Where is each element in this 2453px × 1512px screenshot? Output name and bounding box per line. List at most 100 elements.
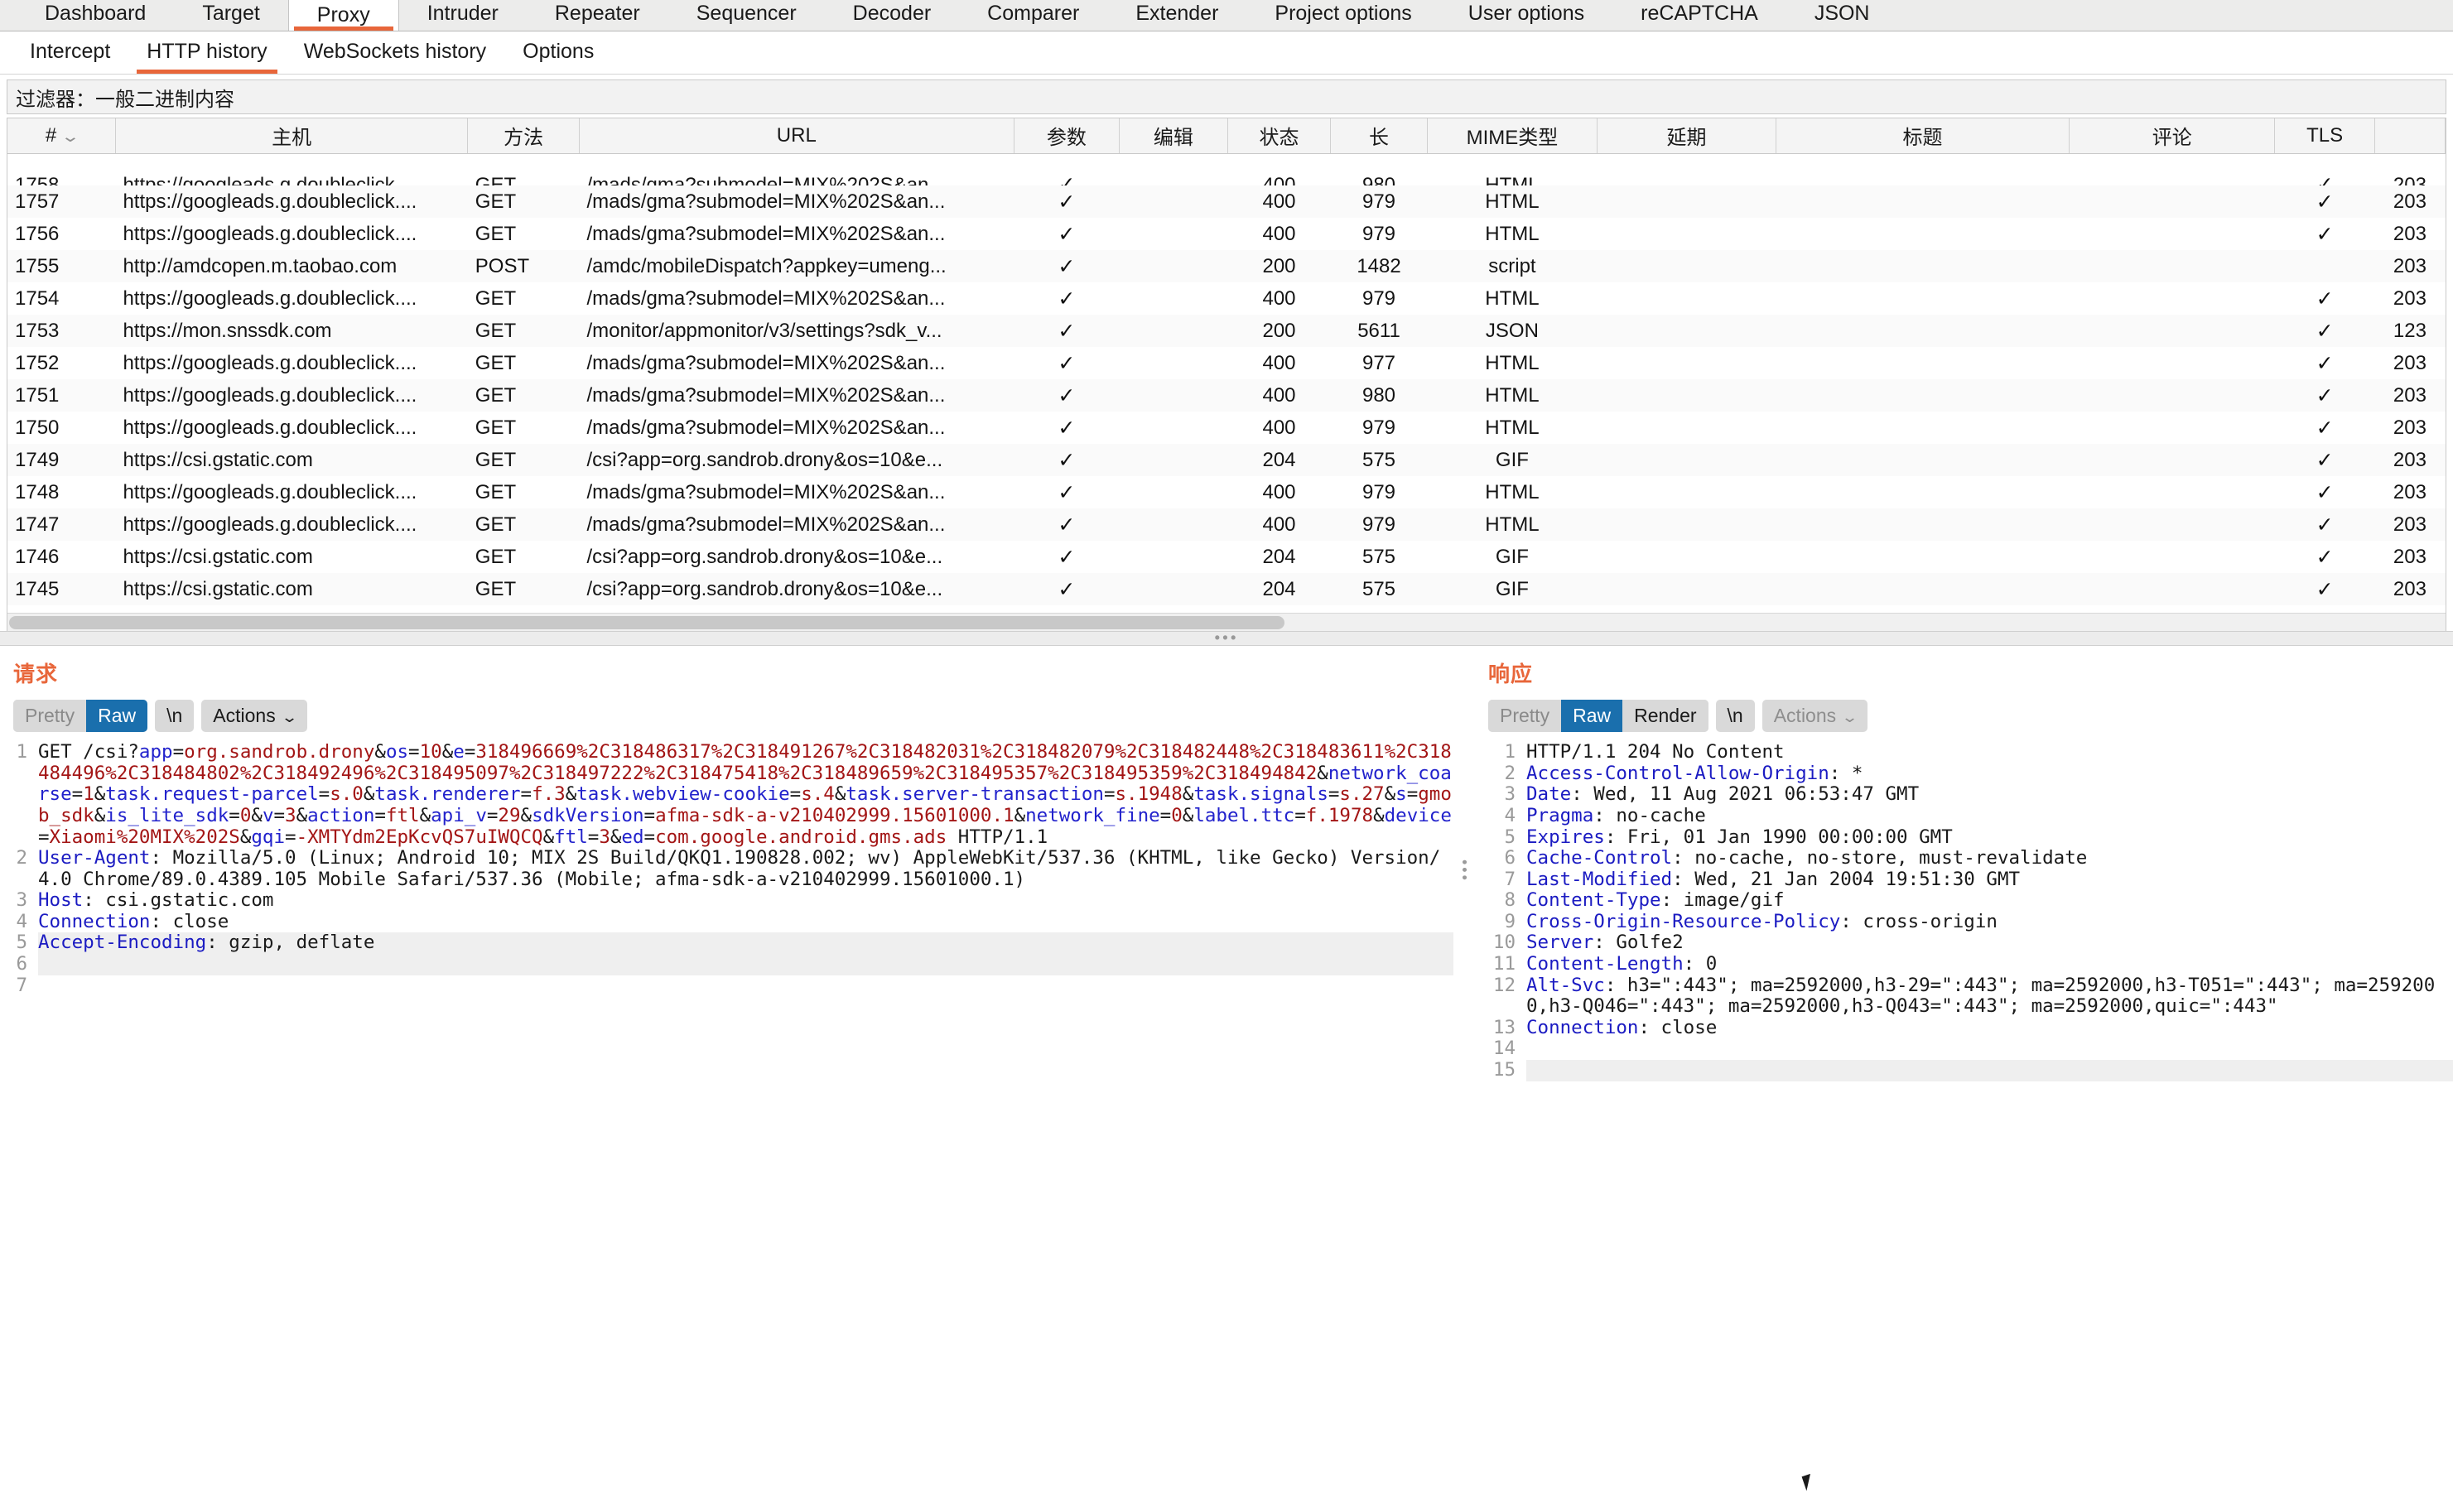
table-cell-host: https://mon.snssdk.com bbox=[115, 315, 468, 347]
response-code-editor[interactable]: 1 HTTP/1.1 204 No Content 2 Access-Control-… bbox=[1475, 741, 2453, 1081]
column-header-MIME类型[interactable]: MIME类型 bbox=[1427, 118, 1598, 154]
main-tab-project-options[interactable]: Project options bbox=[1246, 1, 1439, 31]
code-line-content: Host: csi.gstatic.com bbox=[38, 889, 1453, 912]
column-header-评论[interactable]: 评论 bbox=[2069, 118, 2276, 154]
code-token: f.1978 bbox=[1305, 804, 1374, 826]
table-row[interactable]: 1752 https://googleads.g.doubleclick.... G… bbox=[7, 347, 2446, 379]
table-row[interactable]: 1746 https://csi.gstatic.com GET/csi?app=o… bbox=[7, 541, 2446, 573]
column-header-编辑[interactable]: 编辑 bbox=[1119, 118, 1228, 154]
column-header-#[interactable]: # ⌄ bbox=[7, 118, 116, 154]
main-tab-user-options[interactable]: User options bbox=[1440, 1, 1612, 31]
code-token: s.27 bbox=[1339, 783, 1385, 806]
table-cell-params: ✓ bbox=[1014, 379, 1120, 412]
request-code-editor[interactable]: 1 GET /csi?app=org.sandrob.drony&os=10&e=… bbox=[0, 741, 1453, 996]
table-cell-title bbox=[1776, 347, 2069, 379]
response-view-mode-group[interactable]: Pretty Raw Render bbox=[1488, 700, 1708, 733]
proxy-sub-tab-http-history[interactable]: HTTP history bbox=[128, 31, 285, 74]
table-row[interactable]: 1751 https://googleads.g.doubleclick.... G… bbox=[7, 379, 2446, 412]
line-number: 6 bbox=[1504, 847, 1516, 869]
column-header-主机[interactable]: 主机 bbox=[115, 118, 469, 154]
main-tab-intruder[interactable]: Intruder bbox=[399, 1, 527, 31]
request-actions-button[interactable]: Actions ⌄ bbox=[201, 700, 307, 733]
table-row[interactable]: 1754 https://googleads.g.doubleclick.... G… bbox=[7, 282, 2446, 315]
horizontal-splitter[interactable]: ••• bbox=[0, 631, 2453, 647]
table-row[interactable]: 1757 https://googleads.g.doubleclick.... G… bbox=[7, 185, 2446, 218]
column-header-TLS[interactable]: TLS bbox=[2274, 118, 2375, 154]
table-row[interactable]: 1749 https://csi.gstatic.com GET/csi?app=o… bbox=[7, 444, 2446, 476]
response-actions-button[interactable]: Actions ⌄ bbox=[1761, 700, 1868, 733]
column-header-状态[interactable]: 状态 bbox=[1227, 118, 1332, 154]
column-header-参数[interactable]: 参数 bbox=[1014, 118, 1120, 154]
checkmark-icon: ✓ bbox=[2316, 480, 2334, 504]
column-header-长[interactable]: 长 bbox=[1330, 118, 1428, 154]
proxy-sub-tab-websockets-history[interactable]: WebSockets history bbox=[286, 31, 504, 74]
main-tab-repeater[interactable]: Repeater bbox=[527, 1, 668, 31]
main-tab-recaptcha[interactable]: reCAPTCHA bbox=[1612, 1, 1786, 31]
table-cell-edited bbox=[1120, 347, 1227, 379]
column-header-URL[interactable]: URL bbox=[579, 118, 1014, 154]
table-cell-tls: ✓ bbox=[2275, 218, 2375, 250]
column-header-方法[interactable]: 方法 bbox=[467, 118, 580, 154]
table-body[interactable]: 1758 https://googleads.g.doubleclick.... G… bbox=[7, 153, 2446, 631]
filter-bar[interactable]: 过滤器：一般二进制内容 bbox=[7, 79, 2446, 114]
code-line-content bbox=[1526, 1038, 2453, 1060]
response-pretty-button[interactable]: Pretty bbox=[1488, 700, 1562, 733]
table-cell-length: 979 bbox=[1361, 480, 1396, 503]
vertical-splitter[interactable]: ••• bbox=[1453, 646, 1475, 1512]
table-cell-comment bbox=[2069, 379, 2275, 412]
chevron-down-icon: ⌄ bbox=[1841, 709, 1859, 725]
request-view-mode-group[interactable]: Pretty Raw bbox=[13, 700, 148, 733]
table-row[interactable]: 1753 https://mon.snssdk.com GET/monitor/ap… bbox=[7, 315, 2446, 347]
code-line: 5 Expires: Fri, 01 Jan 1990 00:00:00 GMT bbox=[1475, 826, 2453, 849]
column-header-延期[interactable]: 延期 bbox=[1597, 118, 1776, 154]
line-number: 5 bbox=[1504, 826, 1516, 848]
table-row[interactable]: 1756 https://googleads.g.doubleclick.... G… bbox=[7, 218, 2446, 250]
http-history-table[interactable]: # ⌄ 主机 方法 URL 参数 编辑 状态 长 MIME类型 延期 标题 评论 TLS 1758 http… bbox=[7, 118, 2446, 631]
response-newline-button[interactable]: \n bbox=[1715, 700, 1755, 733]
column-header-标题[interactable]: 标题 bbox=[1776, 118, 2070, 154]
table-row[interactable]: 1755 http://amdcopen.m.taobao.com POST/amd… bbox=[7, 250, 2446, 282]
main-tab-extender[interactable]: Extender bbox=[1107, 1, 1246, 31]
column-header-blank[interactable] bbox=[2374, 118, 2446, 154]
main-tab-json[interactable]: JSON bbox=[1786, 1, 1898, 31]
proxy-sub-tab-intercept[interactable]: Intercept bbox=[12, 31, 128, 74]
table-cell-edited bbox=[1119, 379, 1228, 412]
proxy-sub-tab-label: HTTP history bbox=[147, 40, 267, 63]
main-tab-bar[interactable]: Dashboard Target Proxy Intruder Repeater Sequ… bbox=[0, 0, 2453, 31]
request-pretty-button[interactable]: Pretty bbox=[13, 700, 87, 733]
response-render-button[interactable]: Render bbox=[1622, 700, 1708, 733]
request-raw-button[interactable]: Raw bbox=[86, 700, 148, 733]
table-horizontal-scrollbar[interactable] bbox=[7, 613, 2446, 631]
table-header-row[interactable]: # ⌄ 主机 方法 URL 参数 编辑 状态 长 MIME类型 延期 标题 评论 TLS bbox=[7, 118, 2446, 154]
main-tab-dashboard[interactable]: Dashboard bbox=[17, 1, 174, 31]
table-row[interactable]: 1748 https://googleads.g.doubleclick.... G… bbox=[7, 476, 2446, 508]
main-tab-proxy[interactable]: Proxy bbox=[287, 0, 399, 31]
table-cell-params: ✓ bbox=[1014, 185, 1120, 218]
request-toolbar[interactable]: Pretty Raw \n Actions ⌄ bbox=[0, 688, 1453, 733]
table-row[interactable]: 1745 https://csi.gstatic.com GET/csi?app=o… bbox=[7, 573, 2446, 605]
code-token: Xiaomi%20MIX%202S bbox=[49, 826, 240, 848]
code-line: 4 Pragma: no-cache bbox=[1475, 805, 2453, 827]
code-token: f.3 bbox=[532, 783, 566, 806]
code-token: HTTP/1.1 bbox=[947, 826, 1048, 848]
line-number: 14 bbox=[1492, 1038, 1516, 1060]
table-row[interactable]: 1758 https://googleads.g.doubleclick.... G… bbox=[7, 153, 2446, 186]
main-tab-decoder[interactable]: Decoder bbox=[825, 1, 960, 31]
table-cell-title bbox=[1776, 282, 2069, 315]
response-raw-button[interactable]: Raw bbox=[1561, 700, 1623, 733]
main-tab-target[interactable]: Target bbox=[174, 1, 287, 31]
table-cell-status: 400 bbox=[1262, 287, 1296, 310]
proxy-sub-tab-bar[interactable]: Intercept HTTP history WebSockets history O… bbox=[0, 31, 2453, 75]
main-tab-comparer[interactable]: Comparer bbox=[959, 1, 1107, 31]
table-row[interactable]: 1747 https://googleads.g.doubleclick.... G… bbox=[7, 508, 2446, 541]
response-toolbar[interactable]: Pretty Raw Render \n Actions ⌄ bbox=[1475, 688, 2453, 733]
code-token: & bbox=[419, 804, 431, 826]
table-row[interactable]: 1750 https://googleads.g.doubleclick.... G… bbox=[7, 412, 2446, 444]
scrollbar-thumb[interactable] bbox=[9, 616, 1284, 629]
code-token: Alt-Svc bbox=[1526, 974, 1605, 996]
request-newline-button[interactable]: \n bbox=[155, 700, 195, 733]
table-cell-method: GET bbox=[467, 379, 580, 412]
code-token: : no-cache, no-store, must-revalidate bbox=[1672, 847, 2088, 869]
proxy-sub-tab-options[interactable]: Options bbox=[504, 31, 612, 74]
main-tab-sequencer[interactable]: Sequencer bbox=[668, 1, 825, 31]
